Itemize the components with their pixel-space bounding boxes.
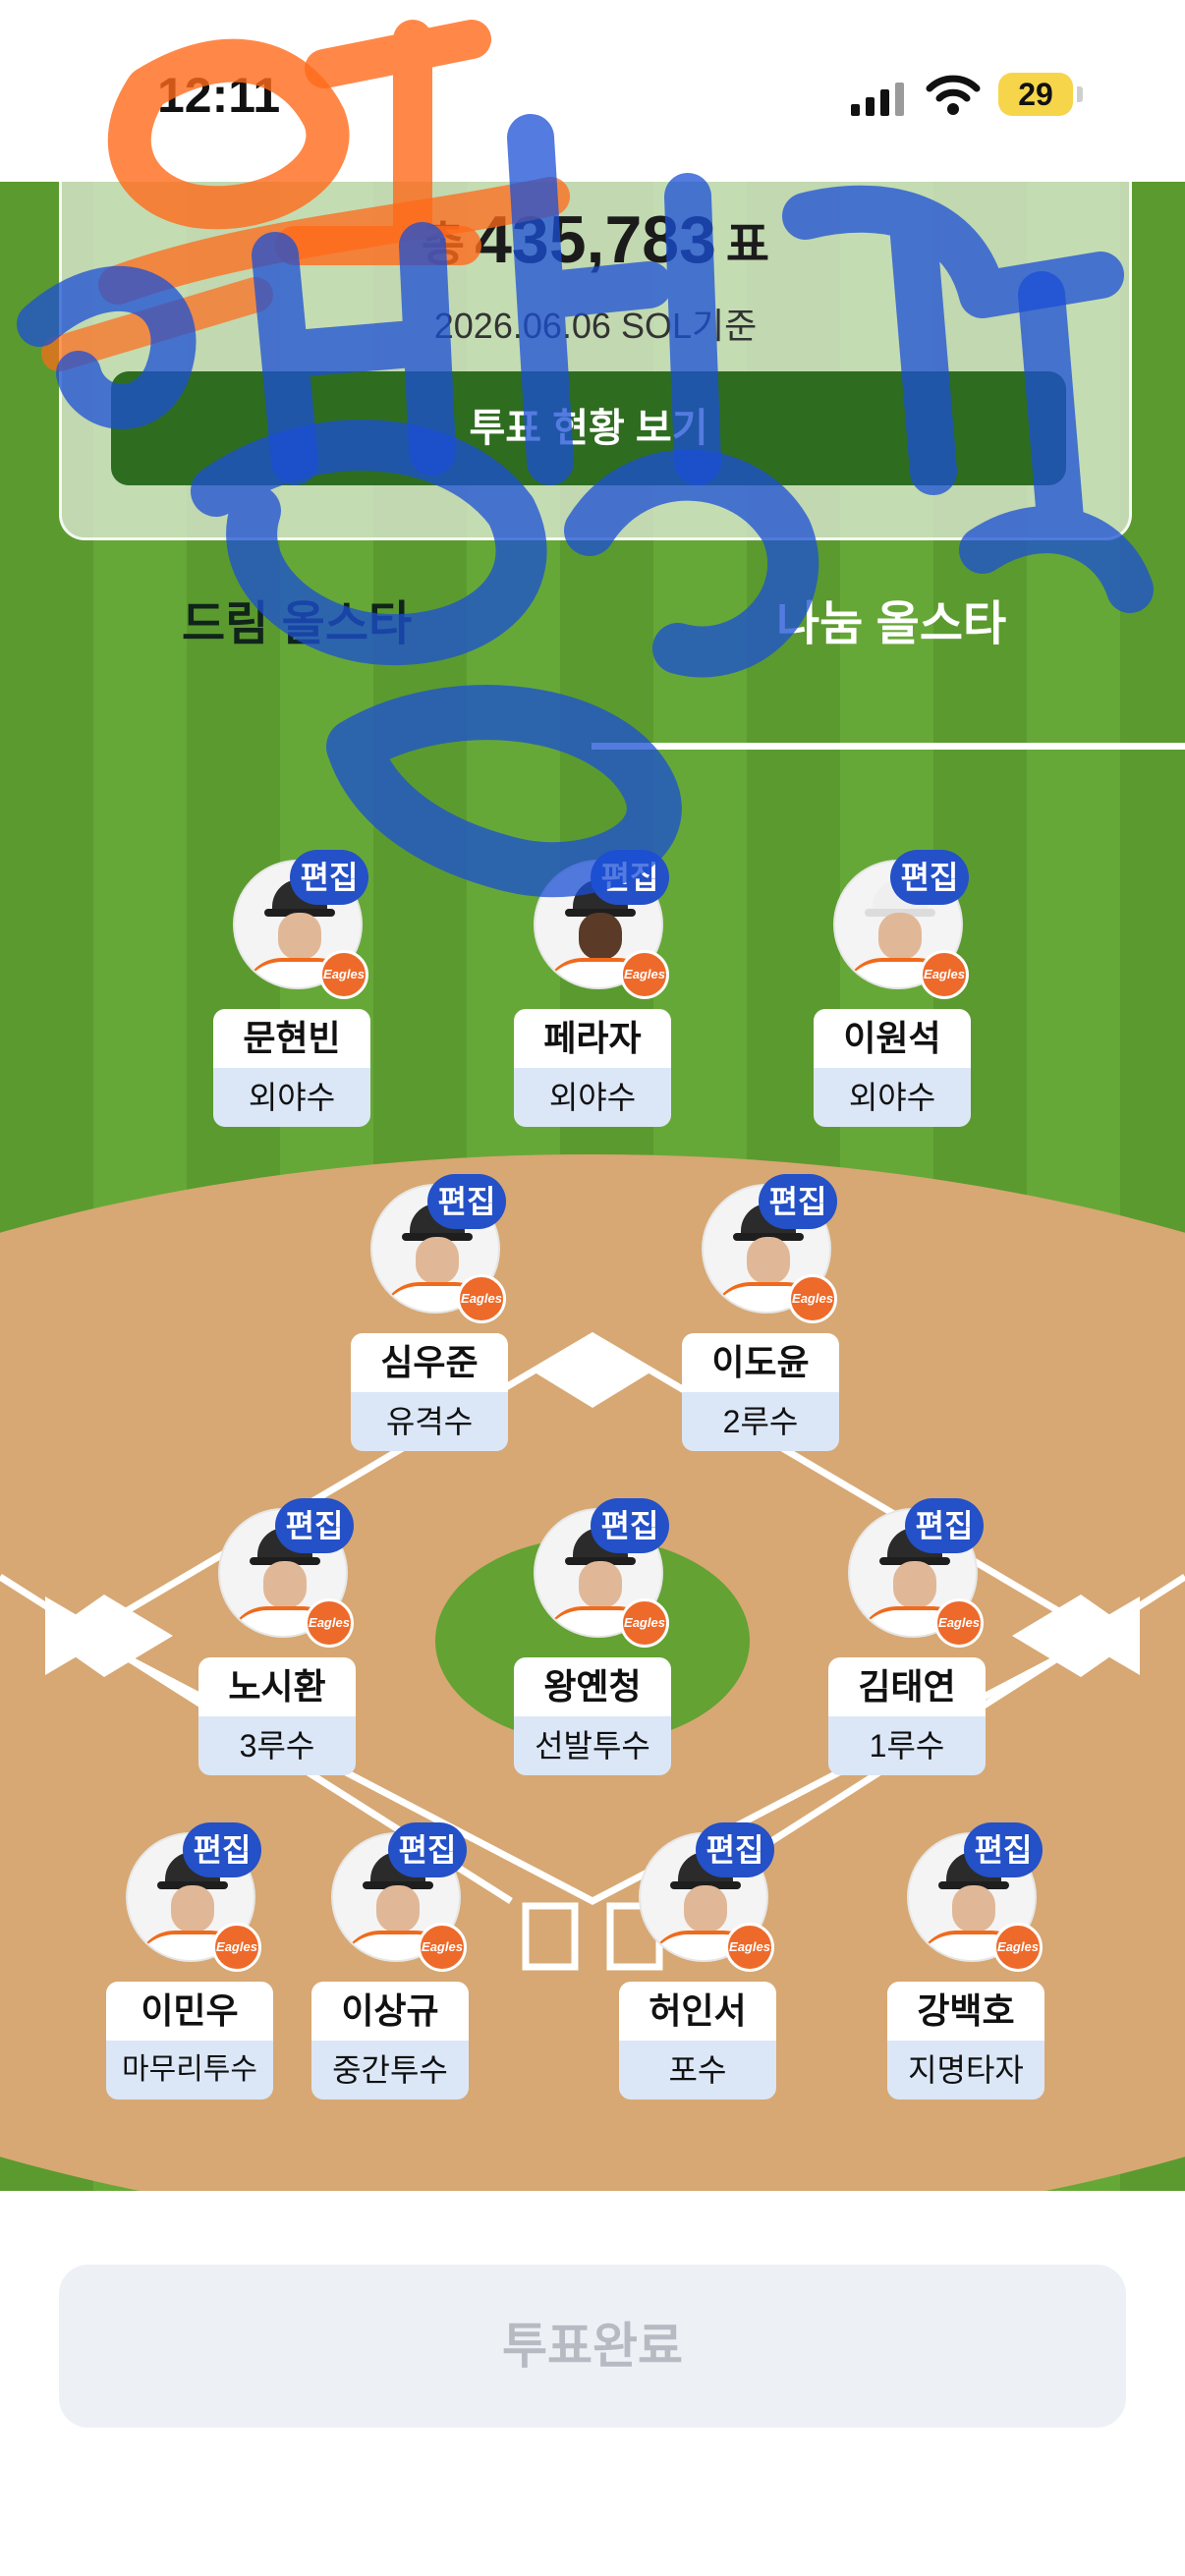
player-position: 외야수 (814, 1068, 971, 1127)
battery-level: 29 (1018, 77, 1053, 112)
player-position: 3루수 (198, 1716, 356, 1775)
player-name: 강백호 (887, 1982, 1044, 2041)
player-position: 선발투수 (514, 1716, 671, 1775)
team-logo-icon: Eagles (993, 1923, 1043, 1972)
player-name: 왕옌청 (514, 1657, 671, 1716)
player-name: 노시환 (198, 1657, 356, 1716)
vote-total-prefix: 총 (421, 219, 466, 271)
edit-button[interactable]: 편집 (696, 1822, 774, 1877)
team-logo-icon: Eagles (725, 1923, 774, 1972)
vote-complete-button[interactable]: 투표완료 (59, 2265, 1126, 2428)
edit-button[interactable]: 편집 (183, 1822, 261, 1877)
edit-button[interactable]: 편집 (427, 1174, 506, 1229)
edit-button[interactable]: 편집 (591, 850, 669, 905)
view-vote-status-button[interactable]: 투표 현황 보기 (111, 371, 1066, 485)
edit-button[interactable]: 편집 (964, 1822, 1043, 1877)
player-position: 지명타자 (887, 2041, 1044, 2100)
tab-nanum-allstar[interactable]: 나눔 올스타 (776, 585, 1006, 653)
team-logo-icon: Eagles (457, 1274, 506, 1323)
player-position: 마무리투수 (106, 2041, 273, 2100)
player-name: 페라자 (514, 1009, 671, 1068)
team-logo-icon: Eagles (934, 1598, 984, 1648)
tab-dream-allstar[interactable]: 드림 올스타 (182, 585, 412, 653)
player-position: 2루수 (682, 1392, 839, 1451)
edit-button[interactable]: 편집 (905, 1498, 984, 1553)
player-name: 김태연 (828, 1657, 986, 1716)
vote-summary-card: 총 435,783 표 2026.06.06 SOL기준 투표 현황 보기 (59, 182, 1132, 540)
edit-button[interactable]: 편집 (591, 1498, 669, 1553)
player-position: 1루수 (828, 1716, 986, 1775)
player-name: 이원석 (814, 1009, 971, 1068)
wifi-icon (926, 75, 981, 115)
vote-date-basis: 2026.06.06 SOL기준 (433, 306, 758, 346)
vote-total: 총 435,783 표 (62, 201, 1129, 278)
battery-cap (1077, 86, 1083, 102)
player-name: 심우준 (351, 1333, 508, 1392)
player-name: 허인서 (619, 1982, 776, 2041)
player-name: 이도윤 (682, 1333, 839, 1392)
cellular-signal-icon (851, 83, 904, 116)
status-time: 12:11 (157, 68, 281, 123)
player-position: 유격수 (351, 1392, 508, 1451)
edit-button[interactable]: 편집 (759, 1174, 837, 1229)
team-logo-icon: Eagles (212, 1923, 261, 1972)
player-name: 이상규 (311, 1982, 469, 2041)
player-position: 중간투수 (311, 2041, 469, 2100)
edit-button[interactable]: 편집 (290, 850, 368, 905)
status-bar: 12:11 29 (0, 0, 1185, 182)
team-logo-icon: Eagles (788, 1274, 837, 1323)
team-logo-icon: Eagles (620, 950, 669, 999)
player-position: 외야수 (514, 1068, 671, 1127)
team-logo-icon: Eagles (305, 1598, 354, 1648)
vote-total-suffix: 표 (725, 219, 770, 271)
battery-icon: 29 (998, 73, 1073, 116)
player-name: 문현빈 (213, 1009, 370, 1068)
player-name: 이민우 (106, 1982, 273, 2041)
team-logo-icon: Eagles (620, 1598, 669, 1648)
team-logo-icon: Eagles (319, 950, 368, 999)
edit-button[interactable]: 편집 (275, 1498, 354, 1553)
player-position: 포수 (619, 2041, 776, 2100)
team-logo-icon: Eagles (418, 1923, 467, 1972)
edit-button[interactable]: 편집 (388, 1822, 467, 1877)
player-position: 외야수 (213, 1068, 370, 1127)
vote-total-count: 435,783 (475, 202, 716, 277)
edit-button[interactable]: 편집 (890, 850, 969, 905)
vote-field: 총 435,783 표 2026.06.06 SOL기준 투표 현황 보기 드림 올… (0, 182, 1185, 2191)
tab-selected-indicator (592, 743, 1185, 750)
team-logo-icon: Eagles (920, 950, 969, 999)
